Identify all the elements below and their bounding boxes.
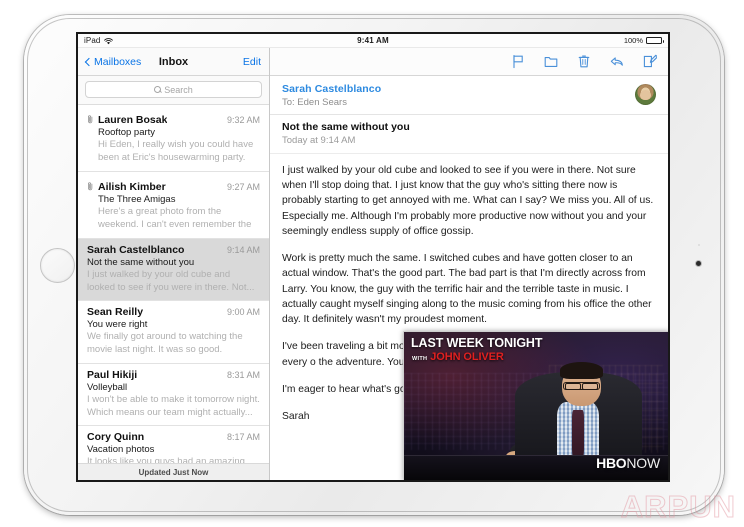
message-header-text: Sarah Castelblanco To: Eden Sears: [282, 83, 635, 108]
battery-full-icon: [646, 37, 662, 44]
flag-icon[interactable]: [511, 54, 525, 69]
list-item-subject: Rooftop party: [87, 127, 260, 138]
list-item-subject: You were right: [87, 319, 260, 330]
video-host-name: JOHN OLIVER: [430, 351, 503, 363]
hbo-now-logo: HBO NOW: [596, 455, 660, 471]
folder-icon[interactable]: [544, 54, 558, 69]
list-item-time: 8:31 AM: [221, 370, 260, 380]
video-host-line: WITH JOHN OLIVER: [412, 351, 504, 363]
hbo-wordmark: HBO: [596, 455, 626, 471]
list-item-subject: The Three Amigas: [87, 194, 260, 205]
message-sender[interactable]: Sarah Castelblanco: [282, 83, 635, 95]
list-item-preview: We finally got around to watching the mo…: [87, 331, 260, 357]
chevron-left-icon: [85, 57, 93, 65]
list-item-time: 8:17 AM: [221, 432, 260, 442]
search-icon: [154, 86, 161, 93]
list-item[interactable]: Sean Reilly 9:00 AM You were right We fi…: [78, 301, 269, 364]
trash-icon[interactable]: [577, 54, 591, 69]
list-item[interactable]: Ailish Kimber 9:27 AM The Three Amigas H…: [78, 172, 269, 239]
list-item-time: 9:14 AM: [221, 245, 260, 255]
search-input[interactable]: Search: [85, 81, 262, 98]
attachment-icon: [87, 111, 94, 120]
updated-status: Updated Just Now: [78, 463, 269, 480]
attachment-icon: [87, 178, 94, 187]
front-camera-icon: [696, 261, 701, 266]
video-show-title: LAST WEEK TONIGHT: [411, 337, 542, 350]
mail-list[interactable]: Lauren Bosak 9:32 AM Rooftop party Hi Ed…: [78, 105, 269, 480]
message-subject: Not the same without you: [282, 121, 656, 133]
back-to-mailboxes-button[interactable]: Mailboxes: [86, 56, 141, 68]
edit-button[interactable]: Edit: [243, 56, 261, 68]
avatar: [635, 84, 656, 105]
list-item-selected[interactable]: Sarah Castelblanco 9:14 AM Not the same …: [78, 239, 269, 301]
back-label: Mailboxes: [94, 56, 141, 68]
list-item-subject: Volleyball: [87, 382, 260, 393]
list-item-preview: I won't be able to make it tomorrow nigh…: [87, 394, 260, 419]
message-toolbar: [270, 48, 668, 76]
list-item-sender: Paul Hikiji: [87, 369, 137, 381]
message-header: Sarah Castelblanco To: Eden Sears: [270, 76, 668, 115]
list-item-preview: Here's a great photo from the weekend. I…: [87, 206, 260, 232]
list-item-subject: Not the same without you: [87, 257, 260, 268]
search-placeholder: Search: [164, 85, 193, 95]
list-item-time: 9:27 AM: [221, 182, 260, 192]
message-paragraph: Work is pretty much the same. I switched…: [282, 251, 654, 327]
reply-icon[interactable]: [610, 54, 624, 69]
list-item-sender: Sean Reilly: [87, 306, 143, 318]
list-item-sender: Lauren Bosak: [98, 114, 167, 126]
mail-app: Mailboxes Inbox Edit Search: [78, 48, 668, 480]
message-subject-block: Not the same without you Today at 9:14 A…: [270, 115, 668, 154]
message-recipient: To: Eden Sears: [282, 97, 635, 108]
status-bar-right: 100%: [624, 36, 662, 45]
compose-icon[interactable]: [643, 54, 657, 69]
message-detail-pane: Sarah Castelblanco To: Eden Sears Not th…: [270, 48, 668, 480]
list-item-time: 9:00 AM: [221, 307, 260, 317]
list-item-preview: Hi Eden, I really wish you could have be…: [87, 139, 260, 165]
device-screen: iPad 9:41 AM 100% Mailboxes In: [78, 34, 668, 480]
screenshot-stage: iPad 9:41 AM 100% Mailboxes In: [0, 0, 744, 527]
now-wordmark: NOW: [626, 455, 660, 471]
list-item-subject: Vacation photos: [87, 444, 260, 455]
picture-in-picture-video[interactable]: LAST WEEK TONIGHT WITH JOHN OLIVER HBO N…: [403, 331, 668, 480]
list-item-preview: I just walked by your old cube and looke…: [87, 269, 260, 294]
list-item-sender: Cory Quinn: [87, 431, 144, 443]
list-item[interactable]: Paul Hikiji 8:31 AM Volleyball I won't b…: [78, 364, 269, 426]
sidebar-nav-bar: Mailboxes Inbox Edit: [78, 48, 269, 76]
message-date: Today at 9:14 AM: [282, 135, 656, 146]
video-with-label: WITH: [412, 356, 427, 362]
status-bar-clock: 9:41 AM: [78, 36, 668, 45]
list-item-sender: Sarah Castelblanco: [87, 244, 184, 256]
message-paragraph: I just walked by your old cube and looke…: [282, 163, 654, 239]
list-item[interactable]: Lauren Bosak 9:32 AM Rooftop party Hi Ed…: [78, 105, 269, 172]
search-container: Search: [78, 76, 269, 105]
home-button[interactable]: [40, 248, 75, 283]
microphone-dot: [698, 244, 700, 246]
status-bar: iPad 9:41 AM 100%: [78, 34, 668, 48]
list-item-sender: Ailish Kimber: [98, 181, 166, 193]
list-item-time: 9:32 AM: [221, 115, 260, 125]
battery-percent-label: 100%: [624, 36, 643, 45]
mail-sidebar: Mailboxes Inbox Edit Search: [78, 48, 270, 480]
